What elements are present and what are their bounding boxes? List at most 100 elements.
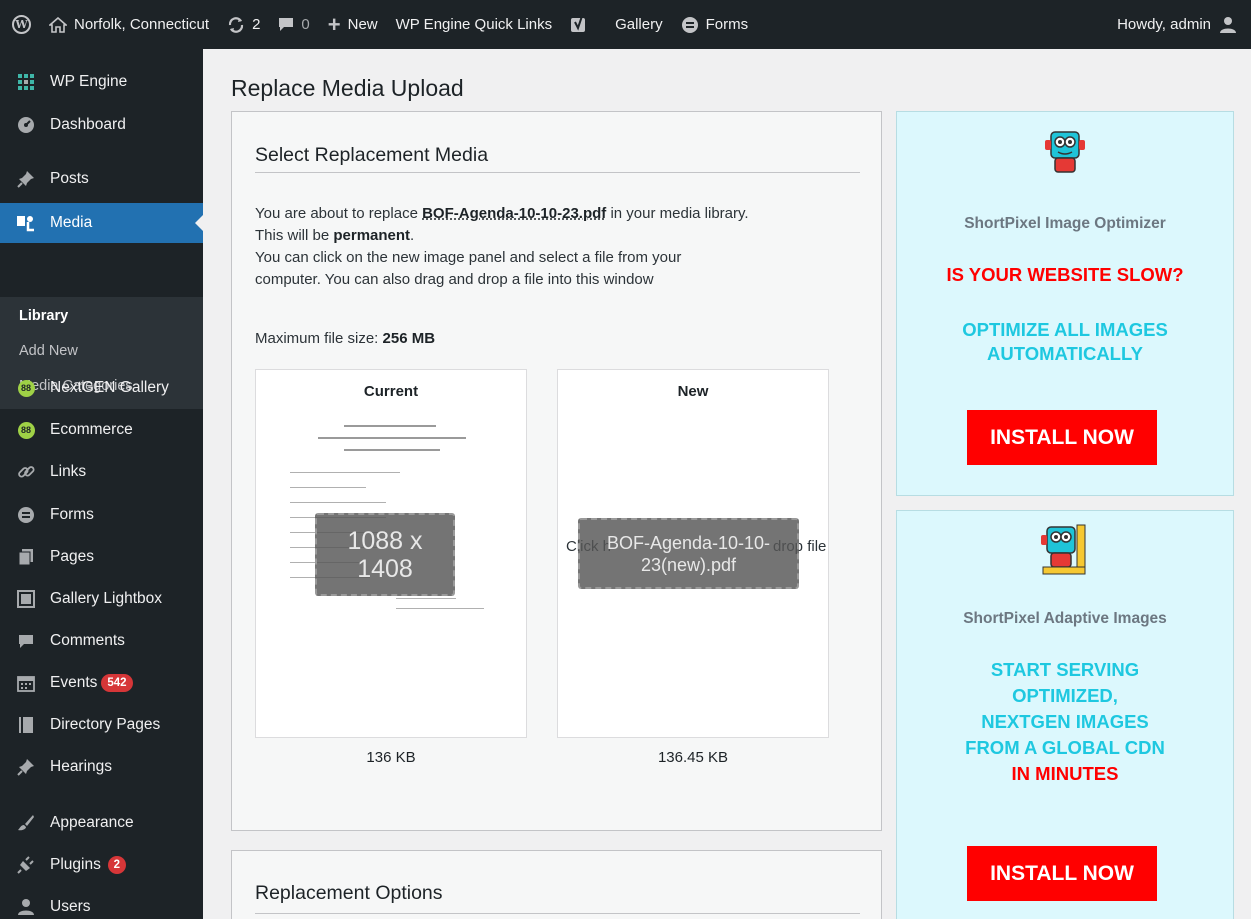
menu-label: Plugins (50, 856, 101, 873)
new-file-size: 136.45 KB (657, 749, 729, 766)
menu-users[interactable]: Users (0, 887, 203, 919)
robot-ruler-mascot-icon (1041, 524, 1086, 575)
menu-label: Links (50, 463, 87, 480)
shortpixel-optimizer-ad: ShortPixel Image Optimizer IS YOUR WEBSI… (896, 111, 1234, 496)
user-icon (16, 897, 36, 917)
yoast-menu[interactable] (561, 0, 606, 49)
forms-label: Forms (705, 16, 749, 33)
menu-pages[interactable]: Pages (0, 537, 203, 577)
brush-icon (16, 813, 36, 833)
menu-forms[interactable]: Forms (0, 495, 203, 535)
my-account-menu[interactable]: Howdy, admin (1108, 0, 1251, 49)
pages-icon (16, 547, 36, 567)
menu-comments[interactable]: Comments (0, 621, 203, 661)
ad-title: ShortPixel Adaptive Images (963, 610, 1167, 627)
nextgen-icon: 88 (16, 420, 36, 440)
forms-icon (681, 16, 699, 34)
howdy-label: Howdy, admin (1117, 16, 1211, 33)
install-now-button[interactable]: INSTALL NOW (967, 410, 1157, 465)
book-icon (16, 715, 36, 735)
plugins-count-badge: 2 (107, 856, 126, 874)
replace-description: You are about to replace BOF-Agenda-10-1… (255, 205, 749, 288)
menu-gallery-lightbox[interactable]: Gallery Lightbox (0, 579, 203, 619)
options-title: Replacement Options (255, 882, 443, 904)
menu-links[interactable]: Links (0, 452, 203, 492)
menu-nextgen-gallery[interactable]: 88 NextGEN Gallery (0, 368, 203, 408)
menu-label: Hearings (50, 758, 113, 775)
new-image-dropzone[interactable]: New Click h drop file BOF-Agenda-10-10-2… (557, 369, 829, 738)
menu-wp-engine[interactable]: WP Engine (0, 62, 203, 102)
nextgen-icon: 88 (16, 378, 36, 398)
menu-label: Events (50, 674, 98, 691)
wp-engine-icon (16, 72, 36, 92)
dashboard-icon (16, 115, 36, 135)
menu-appearance[interactable]: Appearance (0, 803, 203, 843)
menu-label: Media (50, 214, 93, 231)
updates-icon (227, 16, 245, 34)
menu-label: Gallery Lightbox (50, 590, 163, 607)
section-divider (255, 172, 860, 173)
current-label: Current (363, 383, 419, 400)
forms-link[interactable]: Forms (672, 0, 758, 49)
admin-sidebar: Library Add New Media Categories WP Engi… (0, 49, 203, 919)
ad-headline: IS YOUR WEBSITE SLOW? (946, 264, 1184, 285)
events-count-badge: 542 (101, 674, 133, 692)
updates-link[interactable]: 2 (218, 0, 269, 49)
menu-label: Dashboard (50, 116, 126, 133)
current-image-panel: Current 1088 x 1408 (255, 369, 527, 738)
media-icon (16, 213, 36, 233)
ad-line-2: OPTIMIZED, (1012, 685, 1118, 706)
current-file-size: 136 KB (366, 749, 416, 766)
comment-icon (278, 17, 294, 32)
menu-label: Appearance (50, 814, 134, 831)
home-icon (49, 16, 67, 33)
comments-count: 0 (301, 16, 310, 33)
new-label: New (347, 16, 378, 33)
menu-events[interactable]: Events 542 (0, 663, 203, 703)
comments-link[interactable]: 0 (269, 0, 318, 49)
robot-mascot-icon (1045, 131, 1085, 173)
user-avatar-icon (1219, 16, 1237, 34)
ad-tagline-line1: OPTIMIZE ALL IMAGES (962, 319, 1168, 340)
forms-icon (16, 505, 36, 525)
submenu-add-new[interactable]: Add New (19, 343, 78, 359)
menu-hearings[interactable]: Hearings (0, 747, 203, 787)
wpengine-quick-links[interactable]: WP Engine Quick Links (387, 0, 561, 49)
pin-icon (16, 757, 36, 777)
submenu-library[interactable]: Library (19, 308, 68, 324)
menu-directory-pages[interactable]: Directory Pages (0, 705, 203, 745)
updates-count: 2 (252, 16, 261, 33)
ad-line-5: IN MINUTES (1011, 763, 1119, 784)
new-label: New (677, 383, 709, 400)
current-dimensions-overlay: 1088 x 1408 (315, 513, 455, 596)
menu-label: NextGEN Gallery (50, 379, 169, 396)
gallery-link[interactable]: Gallery (606, 0, 672, 49)
site-name: Norfolk, Connecticut (74, 16, 210, 33)
menu-label: Pages (50, 548, 94, 565)
install-now-button[interactable]: INSTALL NOW (967, 846, 1157, 901)
site-name-link[interactable]: Norfolk, Connecticut (40, 0, 218, 49)
ad-title: ShortPixel Image Optimizer (964, 215, 1166, 232)
menu-label: Forms (50, 506, 94, 523)
comment-icon (16, 631, 36, 651)
menu-posts[interactable]: Posts (0, 159, 203, 199)
menu-label: Users (50, 898, 91, 915)
instructions-line-1: You can click on the new image panel and… (255, 249, 682, 266)
admin-bar: W Norfolk, Connecticut 2 0 + New WP Engi… (0, 0, 1251, 49)
menu-dashboard[interactable]: Dashboard (0, 105, 203, 145)
yoast-icon (570, 15, 590, 34)
menu-label: WP Engine (50, 73, 128, 90)
quick-links-label: WP Engine Quick Links (395, 16, 553, 33)
menu-plugins[interactable]: Plugins 2 (0, 845, 203, 885)
menu-label: Posts (50, 170, 89, 187)
link-icon (16, 462, 36, 482)
gallery-label: Gallery (615, 16, 663, 33)
wp-logo-menu[interactable]: W (0, 0, 40, 49)
select-replacement-panel: Select Replacement Media You are about t… (231, 111, 882, 831)
ad-line-4: FROM A GLOBAL CDN (965, 737, 1165, 758)
menu-media[interactable]: Media (0, 203, 203, 243)
ad-line-3: NEXTGEN IMAGES (981, 711, 1149, 732)
menu-ecommerce[interactable]: 88 Ecommerce (0, 410, 203, 450)
new-content-link[interactable]: + New (319, 0, 387, 49)
max-file-size: Maximum file size: 256 MB (255, 330, 436, 347)
